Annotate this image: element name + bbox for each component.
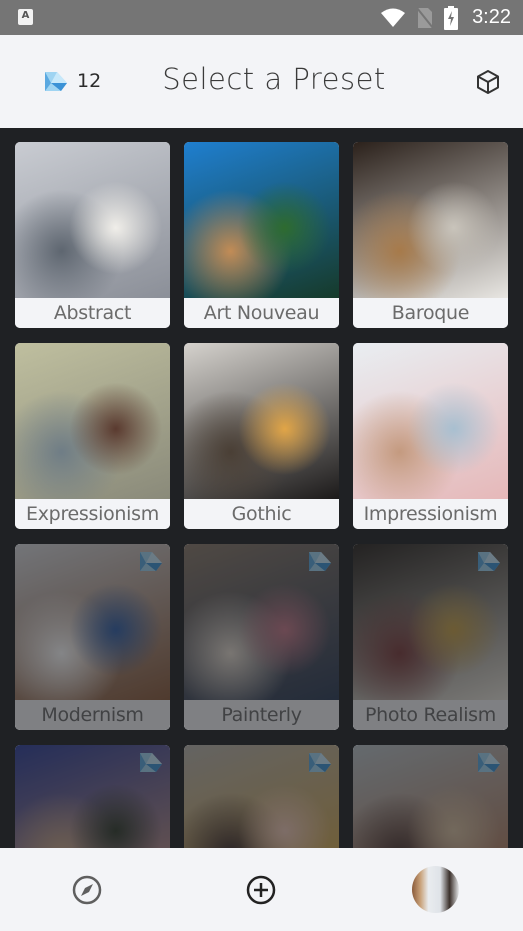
preset-thumbnail	[15, 343, 170, 499]
status-time: 3:22	[472, 6, 511, 28]
cube-button[interactable]	[475, 69, 501, 99]
preset-thumbnail	[184, 343, 339, 499]
locked-overlay	[353, 544, 508, 730]
create-tab[interactable]	[245, 874, 277, 906]
locked-overlay	[184, 544, 339, 730]
preset-thumbnail	[15, 142, 170, 298]
preset-card[interactable]: Impressionism	[353, 343, 508, 529]
no-sim-icon	[416, 6, 434, 29]
wifi-icon	[381, 8, 406, 27]
preset-card[interactable]: Photo Realism	[353, 544, 508, 730]
preset-thumbnail	[353, 343, 508, 499]
preset-card[interactable]: Modernism	[15, 544, 170, 730]
preset-label: Impressionism	[353, 499, 508, 529]
locked-overlay	[15, 745, 170, 848]
status-bar: A 3:22	[0, 0, 523, 35]
page-title: Select a Preset	[162, 62, 386, 96]
battery-charging-icon	[444, 5, 459, 30]
preset-card[interactable]: Abstract	[15, 142, 170, 328]
preset-label: Baroque	[353, 298, 508, 328]
compass-icon	[72, 875, 102, 905]
preset-thumbnail	[353, 142, 508, 298]
preset-grid: Abstract Art Nouveau Baroque Expressionism G…	[0, 128, 523, 848]
preset-label: Abstract	[15, 298, 170, 328]
preset-card[interactable]	[15, 745, 170, 848]
text-a-icon: A	[18, 9, 33, 25]
preset-card[interactable]	[353, 745, 508, 848]
bottom-navigation	[0, 848, 523, 931]
preset-label: Gothic	[184, 499, 339, 529]
preset-thumbnail	[184, 142, 339, 298]
preset-card[interactable]: Baroque	[353, 142, 508, 328]
plus-circle-icon	[246, 875, 276, 905]
preset-card[interactable]: Art Nouveau	[184, 142, 339, 328]
preset-card[interactable]	[184, 745, 339, 848]
locked-overlay	[353, 745, 508, 848]
cube-icon	[477, 70, 499, 94]
preset-card[interactable]: Painterly	[184, 544, 339, 730]
explore-tab[interactable]	[71, 874, 103, 906]
locked-overlay	[15, 544, 170, 730]
preset-card[interactable]: Gothic	[184, 343, 339, 529]
preset-card[interactable]: Expressionism	[15, 343, 170, 529]
preset-label: Expressionism	[15, 499, 170, 529]
locked-overlay	[184, 745, 339, 848]
preset-label: Art Nouveau	[184, 298, 339, 328]
avatar[interactable]	[412, 866, 459, 913]
top-app-bar: 12 Select a Preset	[0, 35, 523, 128]
